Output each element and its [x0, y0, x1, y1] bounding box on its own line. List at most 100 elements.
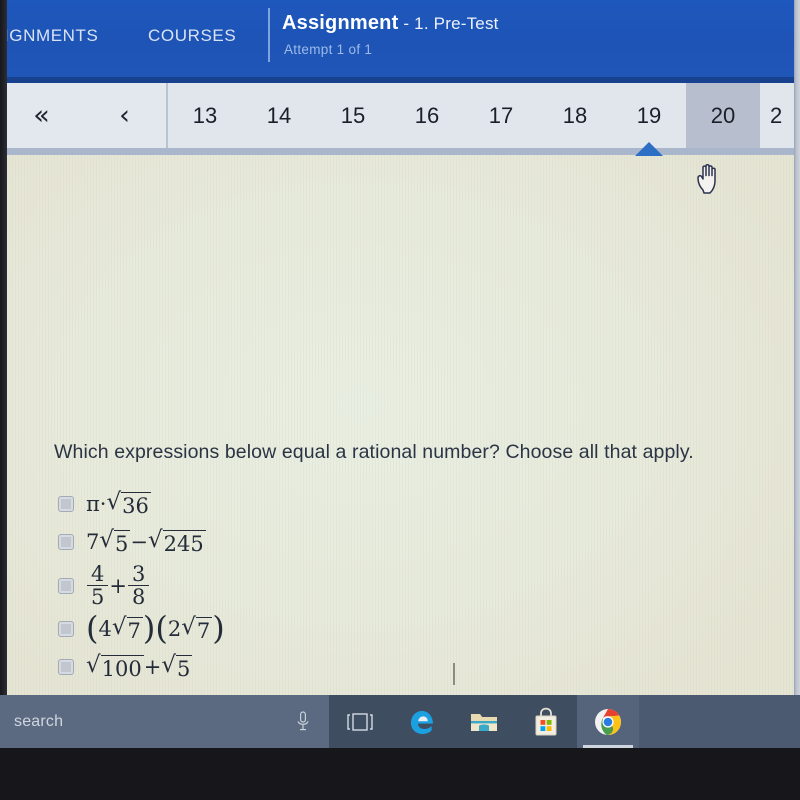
taskbar-search-placeholder: search: [14, 712, 64, 730]
pager-first-button[interactable]: «: [0, 102, 83, 137]
pager-page-18[interactable]: 18: [538, 83, 612, 155]
radical-symbol: √ 36: [106, 489, 151, 518]
checkbox-1[interactable]: [58, 496, 74, 512]
fraction-numerator: 4: [91, 562, 105, 586]
text-caret: [453, 663, 455, 685]
pager-page-label: 15: [340, 103, 366, 128]
pager-prev-button[interactable]: ‹: [83, 102, 166, 137]
radical-sign: √: [111, 614, 127, 641]
checkbox-5[interactable]: [58, 659, 74, 676]
photo-bottom-dark-area: [0, 748, 800, 800]
fraction-numerator: 3: [131, 562, 146, 586]
pager-page-20[interactable]: 20: [686, 83, 760, 155]
answer-choice-3[interactable]: 4 5 +3 8: [58, 563, 225, 608]
answer-choice-2[interactable]: 7 √ 5 − √ 245: [58, 525, 225, 559]
nav-link-courses[interactable]: COURSES: [148, 26, 236, 46]
pager-page-label: 20: [710, 103, 736, 128]
taskbar-empty-area: [639, 695, 800, 748]
header-divider: [268, 8, 270, 62]
radical-sign: √: [106, 489, 122, 515]
task-view-icon: [347, 712, 373, 731]
answer-choice-expression: (4 √ 7)(2 √ 7): [86, 608, 225, 647]
nav-link-assignments[interactable]: SIGNMENTS: [0, 26, 98, 46]
file-explorer-button[interactable]: [453, 695, 515, 748]
checkbox-2[interactable]: [58, 534, 74, 550]
answer-choice-list: π· √ 36 7 √ 5 − √ 245 4 5 +3 8(4 √ 7)(2 √ 7) √ 100 + √ 5: [58, 487, 225, 688]
cortana-mic-button[interactable]: [277, 695, 329, 748]
pointing-hand-cursor: [694, 160, 724, 196]
cortana-mic-icon: [297, 710, 309, 730]
task-view-button[interactable]: [329, 695, 391, 748]
pager-page-label: 19: [636, 103, 662, 128]
microsoft-store-icon: [535, 707, 557, 735]
question-content-area: Which expressions below equal a rational…: [0, 155, 800, 695]
pager-page-label: 16: [414, 103, 440, 128]
taskbar-icon-group: [329, 695, 800, 748]
taskbar-search-box[interactable]: search: [0, 695, 277, 748]
radical-symbol: √ 100: [86, 653, 144, 681]
radicand: 245: [162, 530, 206, 556]
radicand: 100: [100, 655, 144, 682]
expr-text: π·: [86, 492, 107, 516]
radicand: 5: [176, 655, 193, 682]
fraction-denominator: 8: [127, 585, 150, 608]
fraction: 45: [87, 562, 109, 608]
checkbox-4[interactable]: [58, 621, 74, 638]
radical-sign: √: [148, 527, 163, 553]
answer-choice-4[interactable]: (4 √ 7)(2 √ 7): [58, 612, 225, 646]
answer-choice-1[interactable]: π· √ 36: [58, 487, 225, 521]
radical-sign: √: [181, 614, 196, 641]
photo-left-bezel: [0, 0, 7, 695]
pager-page-label: 18: [562, 103, 588, 128]
assignment-title-main: Assignment: [282, 12, 399, 34]
pager-page-16[interactable]: 16: [390, 83, 464, 155]
expr-text: 4: [98, 617, 112, 642]
pager-page-14[interactable]: 14: [242, 83, 316, 155]
edge-button[interactable]: [391, 695, 453, 748]
radical-symbol: √ 7: [181, 614, 213, 643]
chrome-button[interactable]: [577, 695, 639, 748]
pager-page-label: 17: [488, 103, 514, 128]
file-explorer-icon: [471, 713, 497, 731]
answer-choice-expression: 4 5 +3 8: [86, 563, 150, 608]
pager-page-17[interactable]: 17: [464, 83, 538, 155]
fraction: 38: [127, 562, 150, 608]
chrome-icon: [595, 708, 621, 735]
microsoft-store-button[interactable]: [515, 695, 577, 748]
radical-sign: √: [86, 652, 101, 679]
windows-taskbar: search: [0, 695, 800, 748]
expr-paren: (: [86, 608, 99, 647]
radical-sign: √: [161, 652, 177, 679]
expr-paren: ): [142, 608, 156, 647]
radical-symbol: √ 5: [99, 527, 131, 556]
pager-page-label: 14: [266, 103, 292, 128]
radicand: 5: [114, 530, 131, 556]
checkbox-3[interactable]: [58, 577, 74, 594]
current-page-marker: [635, 142, 663, 156]
expr-text: −: [130, 530, 149, 554]
answer-choice-expression: √ 100 + √ 5: [86, 652, 193, 682]
radicand: 7: [126, 617, 143, 644]
answer-choice-expression: π· √ 36: [86, 490, 151, 518]
pager-page-19[interactable]: 19: [612, 83, 686, 156]
expr-text: 7: [86, 530, 100, 554]
question-pager: « ‹ 13 14 15 16 17 18 19 20 2: [0, 83, 800, 156]
pager-page-13[interactable]: 13: [168, 83, 242, 155]
expr-text: 2: [167, 617, 182, 642]
expr-text: +: [143, 655, 162, 680]
question-prompt: Which expressions below equal a rational…: [54, 441, 694, 463]
pager-page-15[interactable]: 15: [316, 83, 390, 155]
radical-sign: √: [99, 527, 115, 553]
edge-icon: [411, 710, 433, 734]
assignment-title-sub: - 1. Pre-Test: [398, 14, 499, 33]
radical-symbol: √ 245: [148, 528, 206, 556]
answer-choice-expression: 7 √ 5 − √ 245: [86, 528, 206, 556]
pager-page-label: 13: [192, 103, 218, 128]
expr-paren: ): [212, 608, 225, 647]
radical-symbol: √ 5: [161, 652, 193, 682]
answer-choice-5[interactable]: √ 100 + √ 5: [58, 650, 225, 684]
expr-paren: (: [155, 608, 168, 647]
fraction-denominator: 5: [87, 585, 109, 608]
app-header-bar: SIGNMENTS COURSES Assignment - 1. Pre-Te…: [0, 0, 800, 83]
attempt-label: Attempt 1 of 1: [284, 42, 373, 57]
